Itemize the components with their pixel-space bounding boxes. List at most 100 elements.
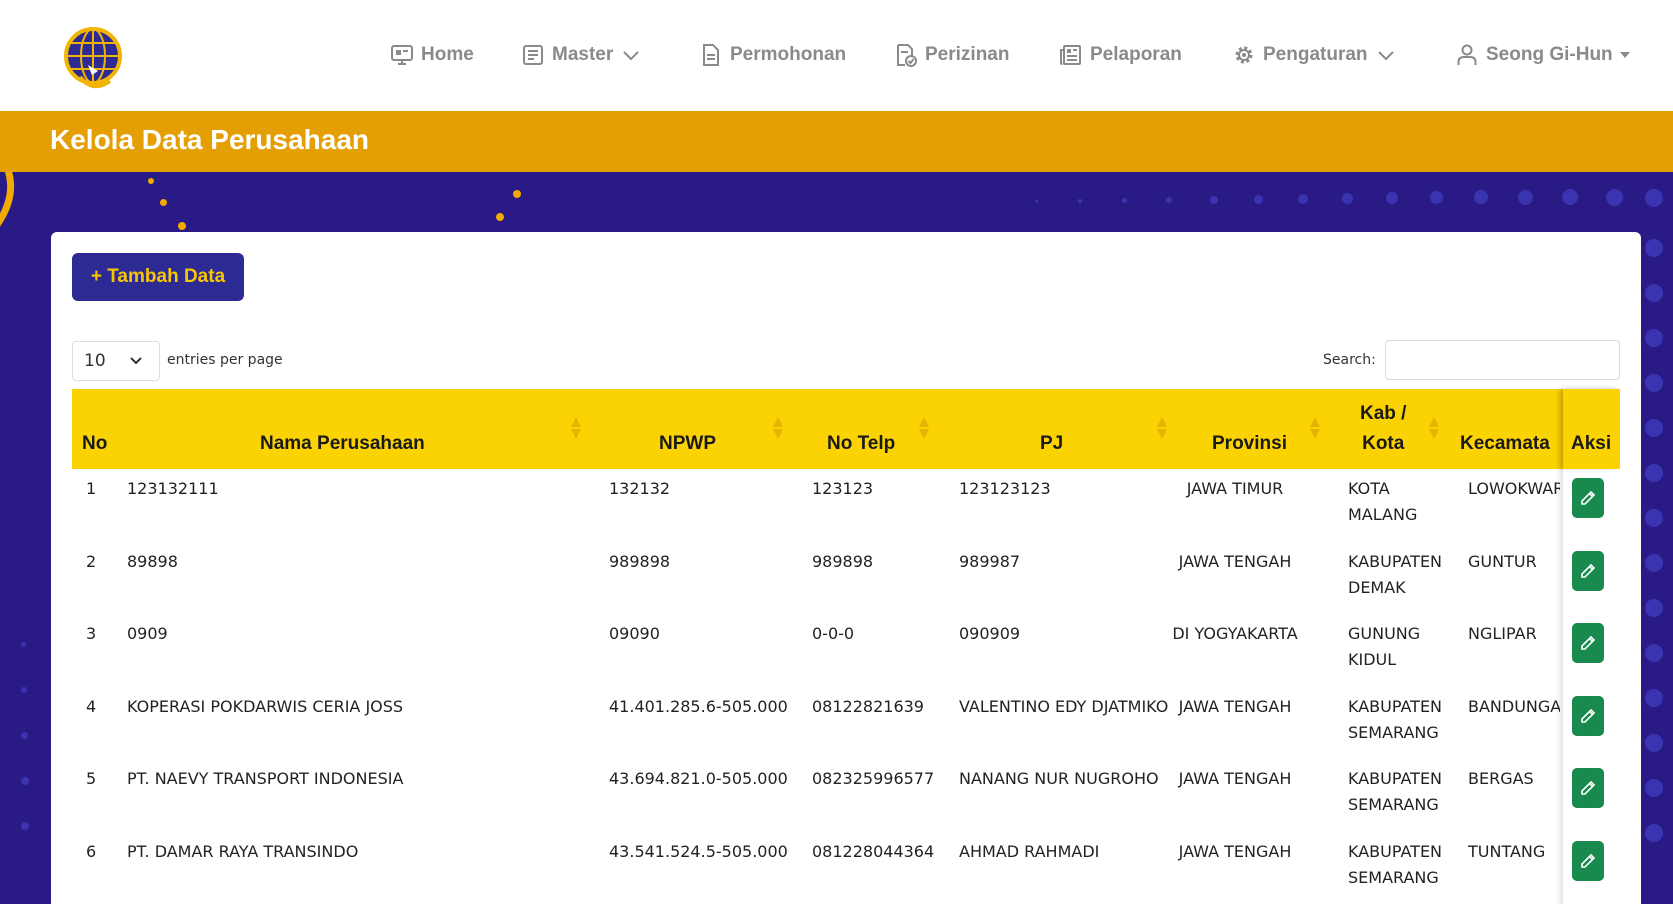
- edit-button[interactable]: [1572, 478, 1604, 518]
- decor-dot: [1645, 734, 1663, 752]
- top-navbar: Home Master Permohonan Perizinan Pelapor…: [0, 0, 1673, 111]
- table-row: 6 PT. DAMAR RAYA TRANSINDO 43.541.524.5-…: [72, 839, 1620, 904]
- nav-master[interactable]: Master: [521, 38, 641, 72]
- cell-nama: 89898: [127, 552, 178, 571]
- sort-icon[interactable]: [919, 417, 929, 439]
- decor-dot: [1645, 284, 1663, 302]
- decor-dot: [1430, 191, 1443, 204]
- edit-button[interactable]: [1572, 551, 1604, 591]
- cell-nama: 123132111: [127, 479, 219, 498]
- nav-master-label: Master: [552, 44, 614, 65]
- cell-pj: 123123123: [959, 479, 1051, 498]
- page-title: Kelola Data Perusahaan: [50, 124, 370, 155]
- cell-no: 6: [86, 842, 97, 861]
- pencil-icon: [1581, 490, 1596, 505]
- logo[interactable]: [62, 25, 124, 93]
- cell-nama: KOPERASI POKDARWIS CERIA JOSS: [127, 697, 404, 716]
- nav-pengaturan[interactable]: Pengaturan: [1232, 38, 1396, 72]
- cell-kab1: KABUPATEN: [1348, 769, 1443, 788]
- chevron-down-icon: [1377, 51, 1394, 61]
- nav-home[interactable]: Home: [390, 38, 474, 72]
- cell-telp: 0-0-0: [812, 624, 855, 643]
- decor-dot: [1298, 194, 1308, 204]
- monitor-icon: [391, 45, 413, 65]
- cell-pj: VALENTINO EDY DJATMIKO: [959, 697, 1169, 716]
- add-data-button[interactable]: + Tambah Data: [72, 253, 244, 301]
- cell-kab2: SEMARANG: [1348, 868, 1439, 887]
- header-npwp[interactable]: NPWP: [659, 429, 716, 459]
- header-pj[interactable]: PJ: [1040, 429, 1063, 459]
- cell-kab2: SEMARANG: [1348, 723, 1439, 742]
- decor-dot: [178, 222, 186, 230]
- sort-icon[interactable]: [773, 417, 783, 439]
- entries-value: 10: [84, 351, 106, 371]
- nav-pelaporan[interactable]: Pelaporan: [1059, 38, 1182, 72]
- cell-kab1: KABUPATEN: [1348, 697, 1443, 716]
- cell-kab1: KABUPATEN: [1348, 842, 1443, 861]
- entries-per-page-select[interactable]: 10: [72, 341, 160, 381]
- chevron-down-icon: [130, 357, 142, 365]
- nav-pelaporan-label: Pelaporan: [1090, 44, 1182, 65]
- sort-icon[interactable]: [571, 417, 581, 439]
- cell-kab2: SEMARANG: [1348, 795, 1439, 814]
- cell-npwp: 989898: [609, 552, 671, 571]
- header-nama-perusahaan[interactable]: Nama Perusahaan: [260, 429, 425, 459]
- decor-dot: [1645, 189, 1663, 207]
- search-input[interactable]: [1385, 340, 1620, 380]
- header-no-telp[interactable]: No Telp: [827, 429, 895, 459]
- cell-kecamatan: BERGAS: [1468, 769, 1534, 788]
- cell-kab2: KIDUL: [1348, 650, 1397, 669]
- cell-provinsi: JAWA TIMUR: [1186, 479, 1284, 498]
- document-check-icon: [897, 44, 917, 67]
- cell-kecamatan: LOWOKWAR: [1468, 479, 1560, 498]
- header-aksi: Aksi: [1571, 433, 1612, 454]
- cell-npwp: 41.401.285.6-505.000: [609, 697, 788, 716]
- edit-button[interactable]: [1572, 841, 1604, 881]
- table-row: 5 PT. NAEVY TRANSPORT INDONESIA 43.694.8…: [72, 766, 1620, 838]
- cell-pj: 090909: [959, 624, 1021, 643]
- edit-button[interactable]: [1572, 768, 1604, 808]
- cell-kab1: GUNUNG: [1348, 624, 1421, 643]
- cell-no: 1: [86, 479, 97, 498]
- pencil-icon: [1581, 563, 1596, 578]
- table-header: No Nama Perusahaan NPWP No Telp PJ Provi…: [72, 389, 1620, 469]
- nav-permohonan[interactable]: Permohonan: [699, 38, 846, 72]
- nav-perizinan[interactable]: Perizinan: [894, 38, 1009, 72]
- decor-dot: [1645, 779, 1663, 797]
- decor-dot: [21, 732, 28, 739]
- decor-dot: [1562, 189, 1578, 205]
- cell-npwp: 43.541.524.5-505.000: [609, 842, 788, 861]
- sort-icon[interactable]: [1310, 417, 1320, 439]
- nav-perizinan-label: Perizinan: [925, 44, 1010, 65]
- cell-nama: PT. NAEVY TRANSPORT INDONESIA: [127, 769, 404, 788]
- header-provinsi[interactable]: Provinsi: [1212, 429, 1287, 459]
- nav-permohonan-label: Permohonan: [730, 44, 847, 65]
- cell-provinsi: JAWA TENGAH: [1178, 842, 1292, 861]
- header-kab-kota[interactable]: Kab / Kota: [1360, 399, 1406, 459]
- edit-button[interactable]: [1572, 696, 1604, 736]
- content-card: + Tambah Data 10 entries per page Search…: [51, 232, 1641, 904]
- table-row: 4 KOPERASI POKDARWIS CERIA JOSS 41.401.2…: [72, 694, 1620, 766]
- cell-kecamatan: BANDUNGA: [1468, 697, 1560, 716]
- header-kecamatan[interactable]: Kecamata: [1460, 429, 1550, 459]
- decor-dot: [1645, 824, 1663, 842]
- cell-pj: 989987: [959, 552, 1021, 571]
- decor-dot: [1122, 198, 1127, 203]
- cell-nama: PT. DAMAR RAYA TRANSINDO: [127, 842, 359, 861]
- user-icon: [1457, 44, 1477, 65]
- nav-user-menu[interactable]: Seong Gi-Hun: [1455, 38, 1638, 72]
- decor-dot: [1645, 239, 1663, 257]
- cell-telp: 123123: [812, 479, 874, 498]
- table-row: 3 0909 09090 0-0-0 090909 DI YOGYAKARTA …: [72, 621, 1620, 693]
- cell-npwp: 132132: [609, 479, 671, 498]
- sort-icon[interactable]: [1157, 417, 1167, 439]
- decor-dot: [21, 777, 29, 785]
- decor-dot: [1474, 190, 1488, 204]
- edit-button[interactable]: [1572, 623, 1604, 663]
- decor-dot: [1645, 554, 1663, 572]
- header-no[interactable]: No: [82, 429, 107, 459]
- decor-dot: [148, 178, 154, 184]
- sort-icon[interactable]: [1429, 417, 1439, 439]
- decor-dot: [21, 642, 26, 647]
- cell-kab2: DEMAK: [1348, 578, 1406, 597]
